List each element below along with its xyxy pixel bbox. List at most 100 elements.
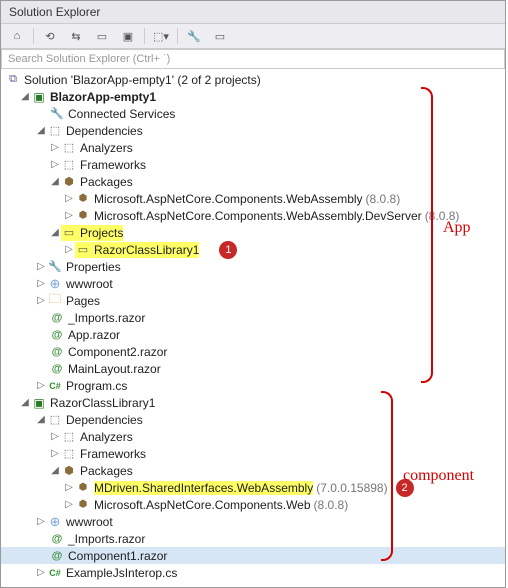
- view-button[interactable]: ⬚▾: [151, 27, 171, 45]
- chevron-right-icon[interactable]: ▷: [49, 431, 61, 442]
- chevron-right-icon[interactable]: ▷: [35, 380, 47, 391]
- search-input[interactable]: Search Solution Explorer (Ctrl+ ˙): [1, 49, 505, 69]
- file-item[interactable]: _Imports.razor: [1, 530, 505, 547]
- package-icon: [75, 208, 91, 224]
- chevron-right-icon[interactable]: ▷: [63, 499, 75, 510]
- preview-button[interactable]: ▭: [210, 27, 230, 45]
- sync-button[interactable]: ⟲: [40, 27, 60, 45]
- project-icon: [31, 89, 47, 105]
- label: _Imports.razor: [68, 311, 145, 325]
- label: Component1.razor: [68, 549, 167, 563]
- label: Analyzers: [80, 141, 133, 155]
- projects-icon: [61, 225, 77, 241]
- package-item[interactable]: ▷Microsoft.AspNetCore.Components.Web(8.0…: [1, 496, 505, 513]
- bracket-app: [421, 87, 433, 383]
- dependencies-node[interactable]: ◢ Dependencies: [1, 411, 505, 428]
- chevron-right-icon[interactable]: ▷: [35, 278, 47, 289]
- callout-2: 2: [396, 479, 414, 497]
- chevron-right-icon[interactable]: ▷: [35, 295, 47, 306]
- properties-button[interactable]: 🔧: [184, 27, 204, 45]
- razor-icon: [49, 548, 65, 564]
- packages-node[interactable]: ◢Packages: [1, 462, 505, 479]
- razor-icon: [49, 531, 65, 547]
- wrench-icon: [49, 106, 65, 122]
- project-label: BlazorApp-empty1: [50, 90, 156, 104]
- label: Pages: [66, 294, 100, 308]
- dependencies-icon: [47, 123, 63, 139]
- folder-icon: [47, 293, 63, 309]
- chevron-right-icon[interactable]: ▷: [35, 516, 47, 527]
- chevron-right-icon[interactable]: ▷: [63, 482, 75, 493]
- package-item[interactable]: ▷MDriven.SharedInterfaces.WebAssembly(7.…: [1, 479, 505, 496]
- label: Connected Services: [68, 107, 175, 121]
- csharp-icon: [47, 565, 63, 581]
- wwwroot-node[interactable]: ▷wwwroot: [1, 513, 505, 530]
- separator: [177, 28, 178, 44]
- chevron-down-icon[interactable]: ◢: [49, 465, 61, 476]
- razor-icon: [49, 344, 65, 360]
- csharp-icon: [47, 378, 63, 394]
- label: wwwroot: [66, 277, 113, 291]
- show-all-button[interactable]: ▣: [118, 27, 138, 45]
- package-label: Microsoft.AspNetCore.Components.WebAssem…: [94, 192, 363, 206]
- packages-icon: [61, 463, 77, 479]
- globe-icon: [47, 514, 63, 530]
- project-node[interactable]: ◢ RazorClassLibrary1: [1, 394, 505, 411]
- package-label: Microsoft.AspNetCore.Components.WebAssem…: [94, 209, 422, 223]
- razor-icon: [49, 327, 65, 343]
- label: MainLayout.razor: [68, 362, 161, 376]
- label: Program.cs: [66, 379, 127, 393]
- analyzers-node[interactable]: ▷ Analyzers: [1, 428, 505, 445]
- chevron-down-icon[interactable]: ◢: [49, 176, 61, 187]
- chevron-right-icon[interactable]: ▷: [63, 244, 75, 255]
- swap-button[interactable]: ⇆: [66, 27, 86, 45]
- label: Frameworks: [80, 158, 146, 172]
- chevron-right-icon[interactable]: ▷: [49, 448, 61, 459]
- chevron-right-icon[interactable]: ▷: [63, 193, 75, 204]
- frameworks-node[interactable]: ▷Frameworks: [1, 445, 505, 462]
- package-version: (8.0.8): [314, 498, 349, 512]
- label: App.razor: [68, 328, 120, 342]
- label: Dependencies: [66, 124, 143, 138]
- collapse-button[interactable]: ▭: [92, 27, 112, 45]
- chevron-down-icon[interactable]: ◢: [19, 91, 31, 102]
- package-icon: [75, 480, 91, 496]
- chevron-right-icon[interactable]: ▷: [63, 210, 75, 221]
- chevron-down-icon[interactable]: ◢: [49, 227, 61, 238]
- properties-icon: [47, 259, 63, 275]
- separator: [144, 28, 145, 44]
- chevron-right-icon[interactable]: ▷: [49, 142, 61, 153]
- package-icon: [75, 497, 91, 513]
- package-version: (8.0.8): [366, 192, 401, 206]
- label: RazorClassLibrary1: [94, 243, 199, 257]
- chevron-down-icon[interactable]: ◢: [35, 414, 47, 425]
- label: Packages: [80, 175, 133, 189]
- label: Projects: [80, 226, 123, 240]
- chevron-down-icon[interactable]: ◢: [19, 397, 31, 408]
- razor-icon: [49, 310, 65, 326]
- callout-1: 1: [219, 241, 237, 259]
- dependencies-icon: [47, 412, 63, 428]
- analyzers-icon: [61, 140, 77, 156]
- project-label: RazorClassLibrary1: [50, 396, 155, 410]
- solution-tree: Solution 'BlazorApp-empty1' (2 of 2 proj…: [1, 69, 505, 587]
- label: ExampleJsInterop.cs: [66, 566, 177, 580]
- label: Analyzers: [80, 430, 133, 444]
- label: Properties: [66, 260, 121, 274]
- separator: [33, 28, 34, 44]
- bracket-component: [381, 391, 393, 561]
- solution-label: Solution 'BlazorApp-empty1' (2 of 2 proj…: [24, 73, 261, 87]
- packages-icon: [61, 174, 77, 190]
- file-item[interactable]: ▷ ExampleJsInterop.cs: [1, 564, 505, 581]
- label: Component2.razor: [68, 345, 167, 359]
- chevron-right-icon[interactable]: ▷: [49, 159, 61, 170]
- solution-node[interactable]: Solution 'BlazorApp-empty1' (2 of 2 proj…: [1, 71, 505, 88]
- file-item-selected[interactable]: Component1.razor: [1, 547, 505, 564]
- chevron-down-icon[interactable]: ◢: [35, 125, 47, 136]
- chevron-right-icon[interactable]: ▷: [35, 261, 47, 272]
- razor-icon: [49, 361, 65, 377]
- chevron-right-icon[interactable]: ▷: [35, 567, 47, 578]
- label: Dependencies: [66, 413, 143, 427]
- home-button[interactable]: ⌂: [7, 27, 27, 45]
- analyzers-icon: [61, 429, 77, 445]
